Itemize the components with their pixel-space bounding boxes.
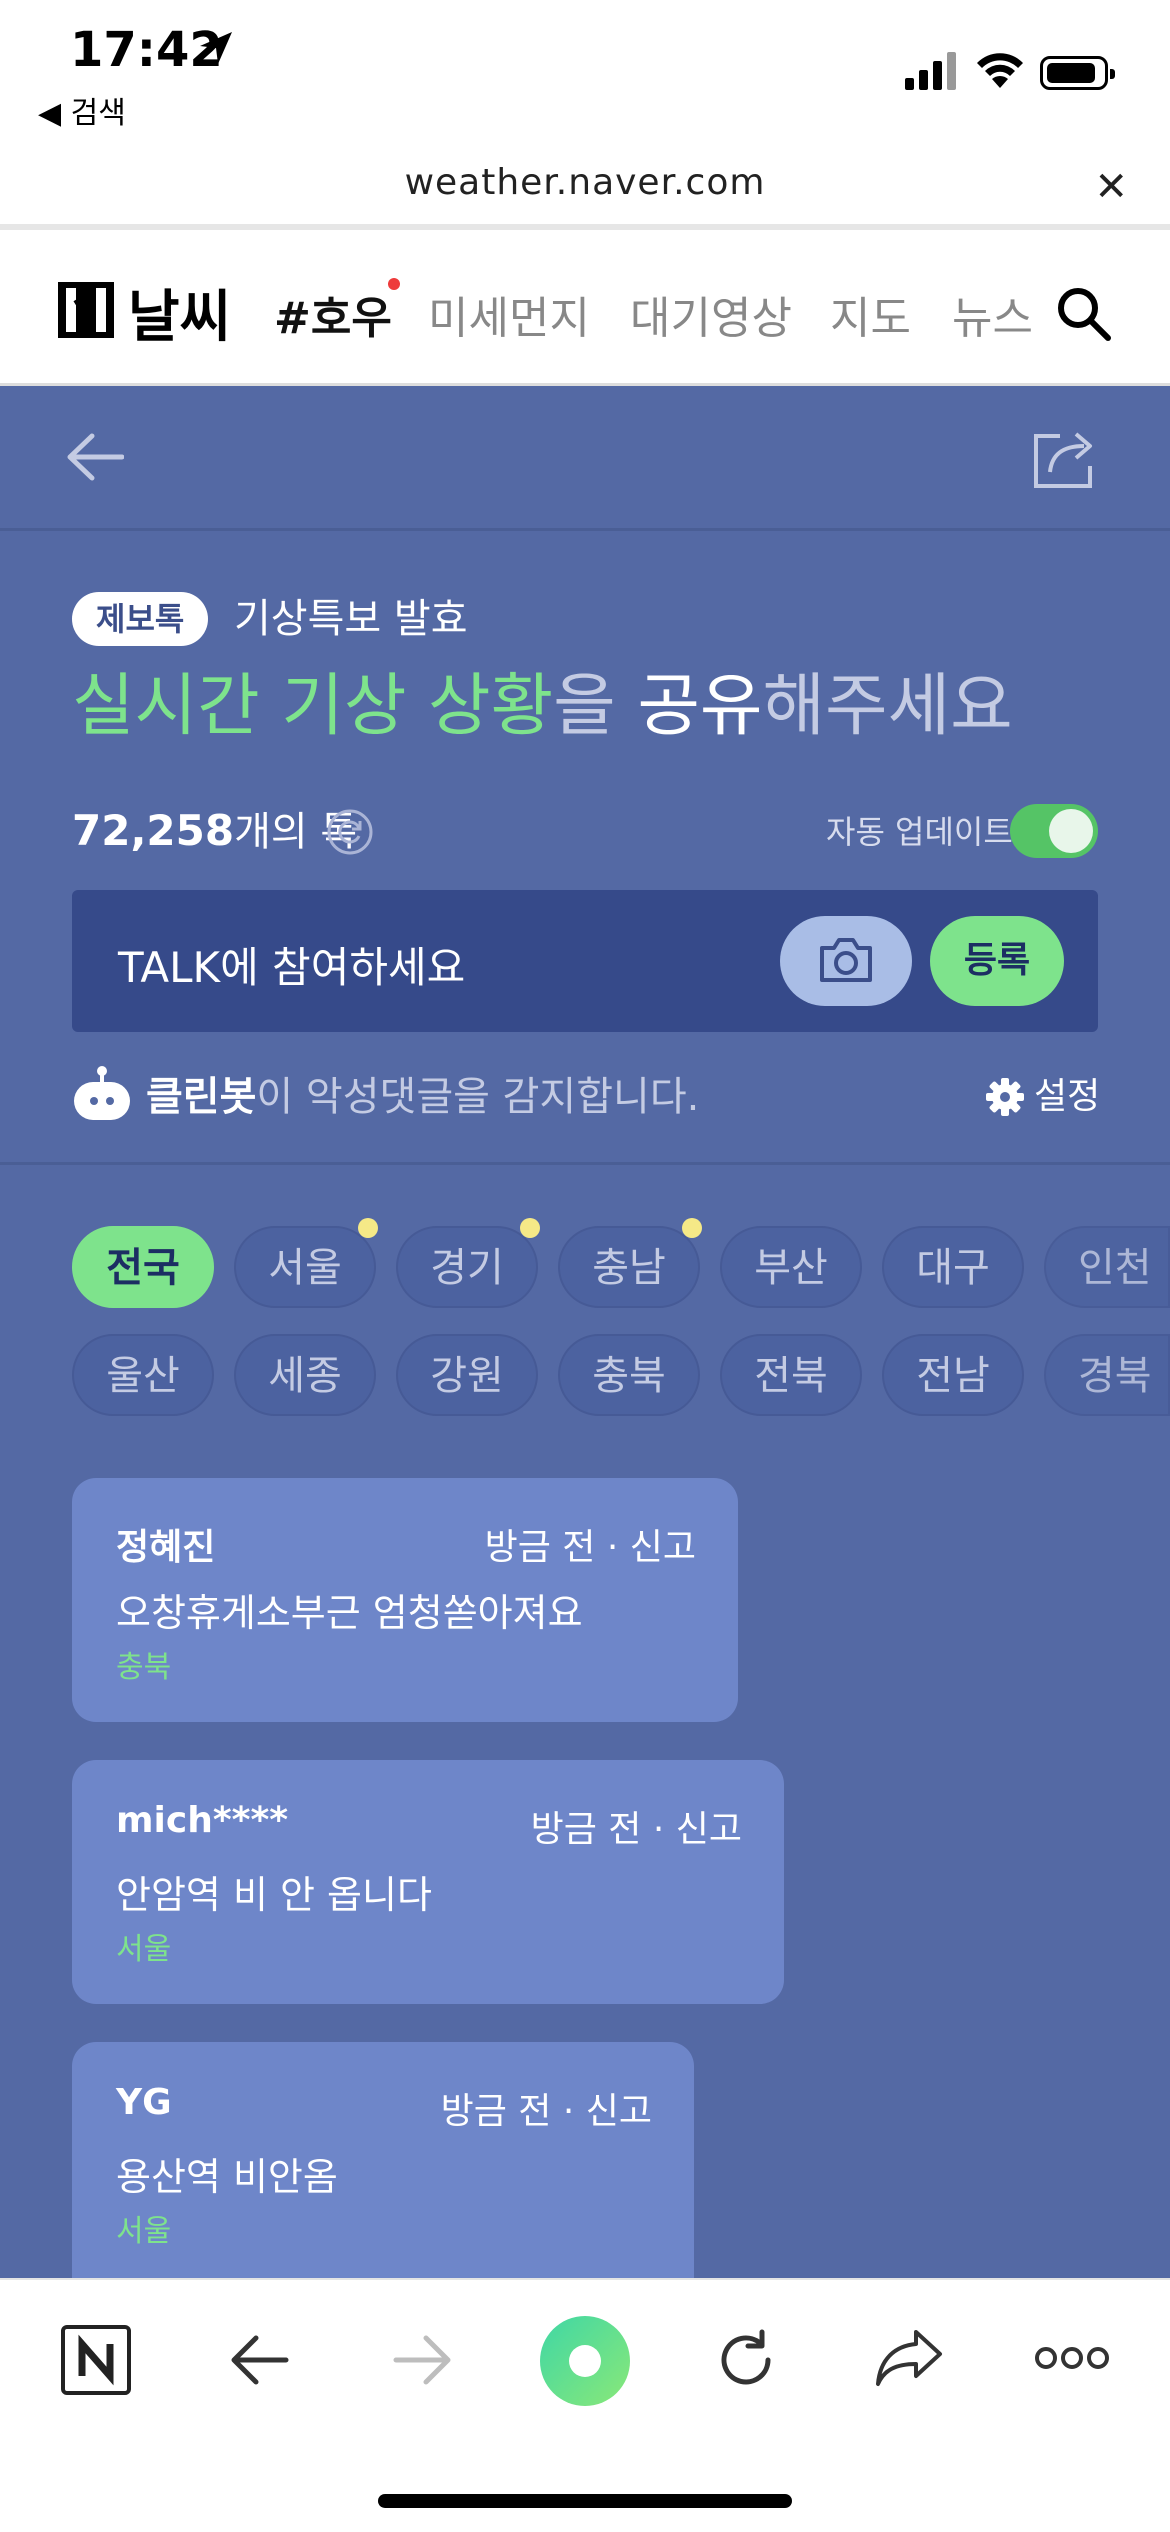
site-title[interactable]: 날씨 xyxy=(128,272,231,353)
post-time: 방금 전 xyxy=(530,1809,642,1850)
region-chip-seoul[interactable]: 서울 xyxy=(234,1226,376,1308)
post-text: 안암역 비 안 옵니다 xyxy=(116,1873,432,1917)
location-arrow-icon xyxy=(200,32,232,64)
region-chip-busan[interactable]: 부산 xyxy=(720,1226,862,1308)
region-chip-nationwide[interactable]: 전국 xyxy=(72,1226,214,1308)
post-text: 오창휴게소부근 엄청쏟아져요 xyxy=(116,1591,583,1635)
headline-part1: 실시간 기상 상황 xyxy=(72,667,554,746)
nav-item-map[interactable]: 지도 xyxy=(830,282,911,346)
register-button[interactable]: 등록 xyxy=(930,916,1064,1006)
region-chip-chungnam[interactable]: 충남 xyxy=(558,1226,700,1308)
browser-url-bar: weather.naver.com ✕ xyxy=(0,140,1170,230)
region-chip-gangwon[interactable]: 강원 xyxy=(396,1334,538,1416)
headline-part2: 을 xyxy=(553,667,638,746)
camera-button[interactable] xyxy=(780,916,912,1006)
report-link[interactable]: 신고 xyxy=(676,1809,742,1850)
weather-alert-text: 기상특보 발효 xyxy=(234,596,468,642)
region-chip-jeonbuk[interactable]: 전북 xyxy=(720,1334,862,1416)
nav-item-fine-dust[interactable]: 미세먼지 xyxy=(428,282,590,346)
nav-item-rain[interactable]: #호우 xyxy=(274,282,392,346)
settings-link[interactable]: 설정 xyxy=(1034,1070,1100,1124)
naver-home-icon[interactable] xyxy=(60,2324,132,2396)
panel-topbar xyxy=(0,386,1170,531)
post-text: 용산역 비안옴 xyxy=(116,2155,338,2199)
post-user: YG xyxy=(116,2082,172,2123)
talk-input-placeholder[interactable]: TALK에 참여하세요 xyxy=(118,934,465,995)
cleanbot-notice: 클린봇이 악성댓글을 감지합니다. xyxy=(146,1070,699,1124)
talk-count: 72,258개의 톡 xyxy=(72,804,357,859)
post-region: 서울 xyxy=(116,1932,172,1967)
refresh-icon[interactable] xyxy=(326,808,374,856)
auto-update-toggle[interactable] xyxy=(1010,804,1098,858)
reload-icon[interactable] xyxy=(714,2328,778,2392)
post-meta: 방금 전 · 신고 xyxy=(440,2091,652,2132)
close-icon[interactable]: ✕ xyxy=(1094,164,1128,210)
share-icon[interactable] xyxy=(1030,428,1100,490)
region-chip-ulsan[interactable]: 울산 xyxy=(72,1334,214,1416)
post-user: mich**** xyxy=(116,1800,289,1841)
report-link[interactable]: 신고 xyxy=(586,2091,652,2132)
post-user: 정혜진 xyxy=(116,1527,216,1568)
talk-input-box[interactable]: TALK에 참여하세요 등록 xyxy=(72,890,1098,1032)
cleanbot-robot-icon xyxy=(74,1066,130,1120)
site-header: 날씨 #호우 미세먼지 대기영상 지도 뉴스 xyxy=(0,236,1170,386)
url-text[interactable]: weather.naver.com xyxy=(0,162,1170,203)
nav-item-news[interactable]: 뉴스 xyxy=(952,282,1033,346)
search-icon[interactable] xyxy=(1056,286,1112,342)
back-to-app-link[interactable]: ◀ 검색 xyxy=(38,88,126,132)
region-chip-daegu[interactable]: 대구 xyxy=(882,1226,1024,1308)
new-indicator-dot xyxy=(388,278,400,290)
post-meta: 방금 전 · 신고 xyxy=(530,1809,742,1850)
talk-post: YG 방금 전 · 신고 용산역 비안옴 서울 xyxy=(72,2042,694,2278)
headline-part3: 공유 xyxy=(637,667,763,746)
headline-part4: 해주세요 xyxy=(762,667,1013,746)
browser-toolbar xyxy=(0,2278,1170,2532)
region-alert-dot xyxy=(358,1218,378,1238)
back-arrow-icon[interactable] xyxy=(66,432,124,482)
gear-icon[interactable] xyxy=(986,1078,1024,1116)
post-time: 방금 전 xyxy=(440,2091,552,2132)
report-link[interactable]: 신고 xyxy=(630,1527,696,1568)
talk-count-number: 72,258 xyxy=(72,806,235,855)
forward-arrow-icon xyxy=(393,2335,451,2385)
talk-panel: 제보톡 기상특보 발효 실시간 기상 상황을 공유해주세요 72,258개의 톡… xyxy=(0,386,1170,2278)
headline: 실시간 기상 상황을 공유해주세요 xyxy=(72,662,1013,752)
region-chip-incheon[interactable]: 인천 xyxy=(1044,1226,1170,1308)
post-region: 충북 xyxy=(116,1650,172,1685)
battery-icon xyxy=(1040,56,1115,90)
region-alert-dot xyxy=(520,1218,540,1238)
cleanbot-name: 클린봇 xyxy=(146,1074,257,1120)
more-icon[interactable] xyxy=(1034,2344,1110,2372)
jebotok-badge: 제보톡 xyxy=(72,592,209,646)
home-indicator[interactable] xyxy=(378,2494,792,2508)
region-chip-jeonnam[interactable]: 전남 xyxy=(882,1334,1024,1416)
talk-post: 정혜진 방금 전 · 신고 오창휴게소부근 엄청쏟아져요 충북 xyxy=(72,1478,738,1722)
region-chip-sejong[interactable]: 세종 xyxy=(234,1334,376,1416)
green-dot-menu-icon[interactable] xyxy=(538,2314,632,2408)
talk-post: mich**** 방금 전 · 신고 안암역 비 안 옵니다 서울 xyxy=(72,1760,784,2004)
region-chip-gyeonggi[interactable]: 경기 xyxy=(396,1226,538,1308)
back-arrow-icon[interactable] xyxy=(230,2330,290,2390)
post-meta: 방금 전 · 신고 xyxy=(484,1527,696,1568)
cleanbot-message: 이 악성댓글을 감지합니다. xyxy=(256,1074,700,1120)
post-region: 서울 xyxy=(116,2214,172,2249)
nav-item-satellite[interactable]: 대기영상 xyxy=(630,282,792,346)
auto-update-label: 자동 업데이트 xyxy=(826,813,1013,851)
naver-logo-icon[interactable] xyxy=(58,282,114,338)
status-bar: 17:42 ◀ 검색 xyxy=(0,0,1170,140)
post-time: 방금 전 xyxy=(484,1527,596,1568)
region-alert-dot xyxy=(682,1218,702,1238)
cellular-signal-icon xyxy=(905,52,956,90)
camera-icon xyxy=(820,938,872,982)
share-forward-icon[interactable] xyxy=(874,2326,944,2390)
region-chip-chungbuk[interactable]: 충북 xyxy=(558,1334,700,1416)
divider xyxy=(0,1162,1170,1165)
region-chip-gyeongbuk[interactable]: 경북 xyxy=(1044,1334,1170,1416)
wifi-icon xyxy=(977,53,1023,88)
